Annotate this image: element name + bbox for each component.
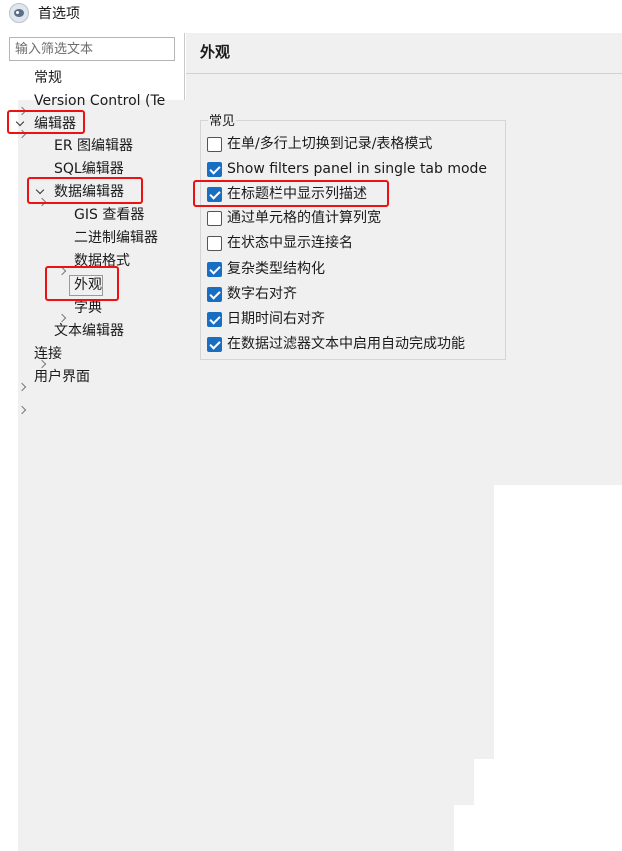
option-label: 日期时间右对齐 (227, 311, 325, 327)
tree-item-label: 二进制编辑器 (74, 230, 158, 246)
tree-item-version-control[interactable]: Version Control (Te (0, 90, 454, 575)
tree-item-connections[interactable]: 连接 (0, 343, 454, 828)
option-label: Show filters panel in single tab mode (227, 161, 488, 177)
checkbox[interactable] (207, 137, 222, 152)
highlight-box-editors (7, 110, 85, 134)
checkbox[interactable] (207, 287, 222, 302)
tree-item-gis-viewer[interactable]: GIS 查看器 (0, 204, 185, 226)
appearance-settings-pane: 外观 常见 在单/多行上切换到记录/表格模式 Show filters pane… (186, 33, 622, 485)
checkbox[interactable] (207, 236, 222, 251)
window-title: 首选项 (38, 6, 80, 22)
highlight-box-data-editor (27, 177, 143, 204)
tree-item-general[interactable]: 常规 (0, 67, 454, 552)
title-bar: 首选项 (0, 0, 622, 26)
checkbox[interactable] (207, 262, 222, 277)
option-label: 在数据过滤器文本中启用自动完成功能 (227, 336, 465, 352)
preferences-tree-pane: 常规 Version Control (Te 编辑器 ER 图编辑器 SQL编辑… (0, 33, 494, 851)
highlight-box-appearance (45, 266, 119, 301)
tree-item-binary-editor[interactable]: 二进制编辑器 (0, 227, 494, 712)
option-label: 复杂类型结构化 (227, 261, 325, 277)
checkbox[interactable] (207, 211, 222, 226)
option-label: 在单/多行上切换到记录/表格模式 (227, 136, 433, 152)
tree-item-er-diagram-editor[interactable]: ER 图编辑器 (0, 135, 185, 157)
option-label: 通过单元格的值计算列宽 (227, 210, 381, 226)
page-title: 外观 (200, 43, 231, 61)
checkbox[interactable] (207, 337, 222, 352)
tree-item-user-interface[interactable]: 用户界面 (0, 366, 454, 851)
tree-item-label: 常规 (34, 70, 62, 86)
tree-item-label: 文本编辑器 (54, 323, 124, 339)
tree-item-label: 用户界面 (34, 369, 90, 385)
header-divider (186, 73, 622, 74)
filter-input[interactable] (9, 37, 175, 61)
tree-item-text-editor[interactable]: 文本编辑器 (0, 320, 474, 805)
tree-item-label: 连接 (34, 346, 62, 362)
tree-item-label: GIS 查看器 (74, 207, 145, 223)
option-label: 在状态中显示连接名 (227, 235, 353, 251)
group-label: 常见 (208, 110, 237, 129)
tree-item-label: ER 图编辑器 (54, 138, 134, 154)
app-logo-icon (9, 3, 29, 23)
checkbox[interactable] (207, 312, 222, 327)
tree-item-label: Version Control (Te (34, 93, 166, 109)
checkbox[interactable] (207, 162, 222, 177)
highlight-box-column-description (193, 180, 389, 207)
option-label: 数字右对齐 (227, 286, 297, 302)
